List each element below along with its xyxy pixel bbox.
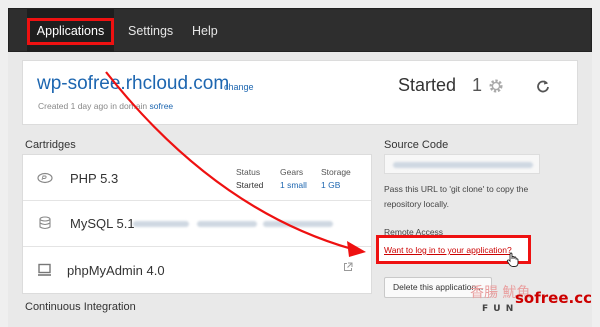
- app-status: Started: [398, 75, 457, 95]
- blurred-password: [263, 221, 333, 227]
- cartridge-name: MySQL 5.1: [70, 216, 135, 231]
- hand-cursor-icon: [506, 252, 519, 267]
- owner-link[interactable]: sofree: [150, 101, 174, 111]
- gear-icon[interactable]: [488, 78, 504, 94]
- cartridge-row-mysql: MySQL 5.1: [23, 201, 371, 247]
- gears-label: Gears: [280, 167, 304, 177]
- database-icon: [39, 216, 51, 230]
- created-info: Created 1 day ago in domain sofree: [38, 101, 173, 111]
- external-link-icon[interactable]: [343, 262, 353, 272]
- continuous-integration-heading: Continuous Integration: [25, 301, 136, 313]
- cartridge-name: phpMyAdmin 4.0: [67, 263, 165, 278]
- blurred-git-url: [393, 162, 533, 168]
- storage-label: Storage: [321, 167, 351, 177]
- app-header-card: wp-sofree.rhcloud.com change Created 1 d…: [22, 60, 578, 125]
- created-text: Created 1 day ago in domain: [38, 101, 148, 111]
- watermark-fun: F U N: [482, 304, 515, 314]
- blurred-connection-info: [133, 221, 189, 227]
- remote-access-link[interactable]: Want to log in to your application?: [384, 245, 512, 255]
- blurred-credentials: [197, 221, 257, 227]
- nav-settings[interactable]: Settings: [128, 9, 173, 53]
- app-name-link[interactable]: wp-sofree.rhcloud.com: [37, 73, 229, 95]
- monitor-icon: [38, 263, 51, 276]
- cartridges-heading: Cartridges: [25, 139, 76, 151]
- change-domain-link[interactable]: change: [224, 82, 254, 92]
- gear-count: 1: [472, 75, 483, 95]
- php-icon: [37, 172, 53, 184]
- status-label: Status: [236, 167, 261, 177]
- status-value: Started: [236, 180, 264, 190]
- cartridges-list: PHP 5.3 Status Started Gears 1 small Sto…: [22, 154, 372, 294]
- nav-help[interactable]: Help: [192, 9, 218, 53]
- storage-link[interactable]: 1 GB: [321, 180, 340, 190]
- source-url-field[interactable]: [384, 154, 540, 174]
- gears-link[interactable]: 1 small: [280, 180, 307, 190]
- source-code-heading: Source Code: [384, 139, 449, 151]
- cartridge-row-php: PHP 5.3 Status Started Gears 1 small Sto…: [23, 155, 371, 201]
- source-help-text: Pass this URL to 'git clone' to copy the…: [384, 184, 529, 209]
- restart-icon[interactable]: [536, 79, 550, 93]
- watermark-brand: sofree.cc: [515, 289, 592, 307]
- top-navigation-bar: Applications Settings Help: [8, 8, 592, 53]
- highlight-box-applications: [27, 18, 114, 45]
- cartridge-row-phpmyadmin: phpMyAdmin 4.0: [23, 247, 371, 295]
- cartridge-name: PHP 5.3: [70, 171, 119, 186]
